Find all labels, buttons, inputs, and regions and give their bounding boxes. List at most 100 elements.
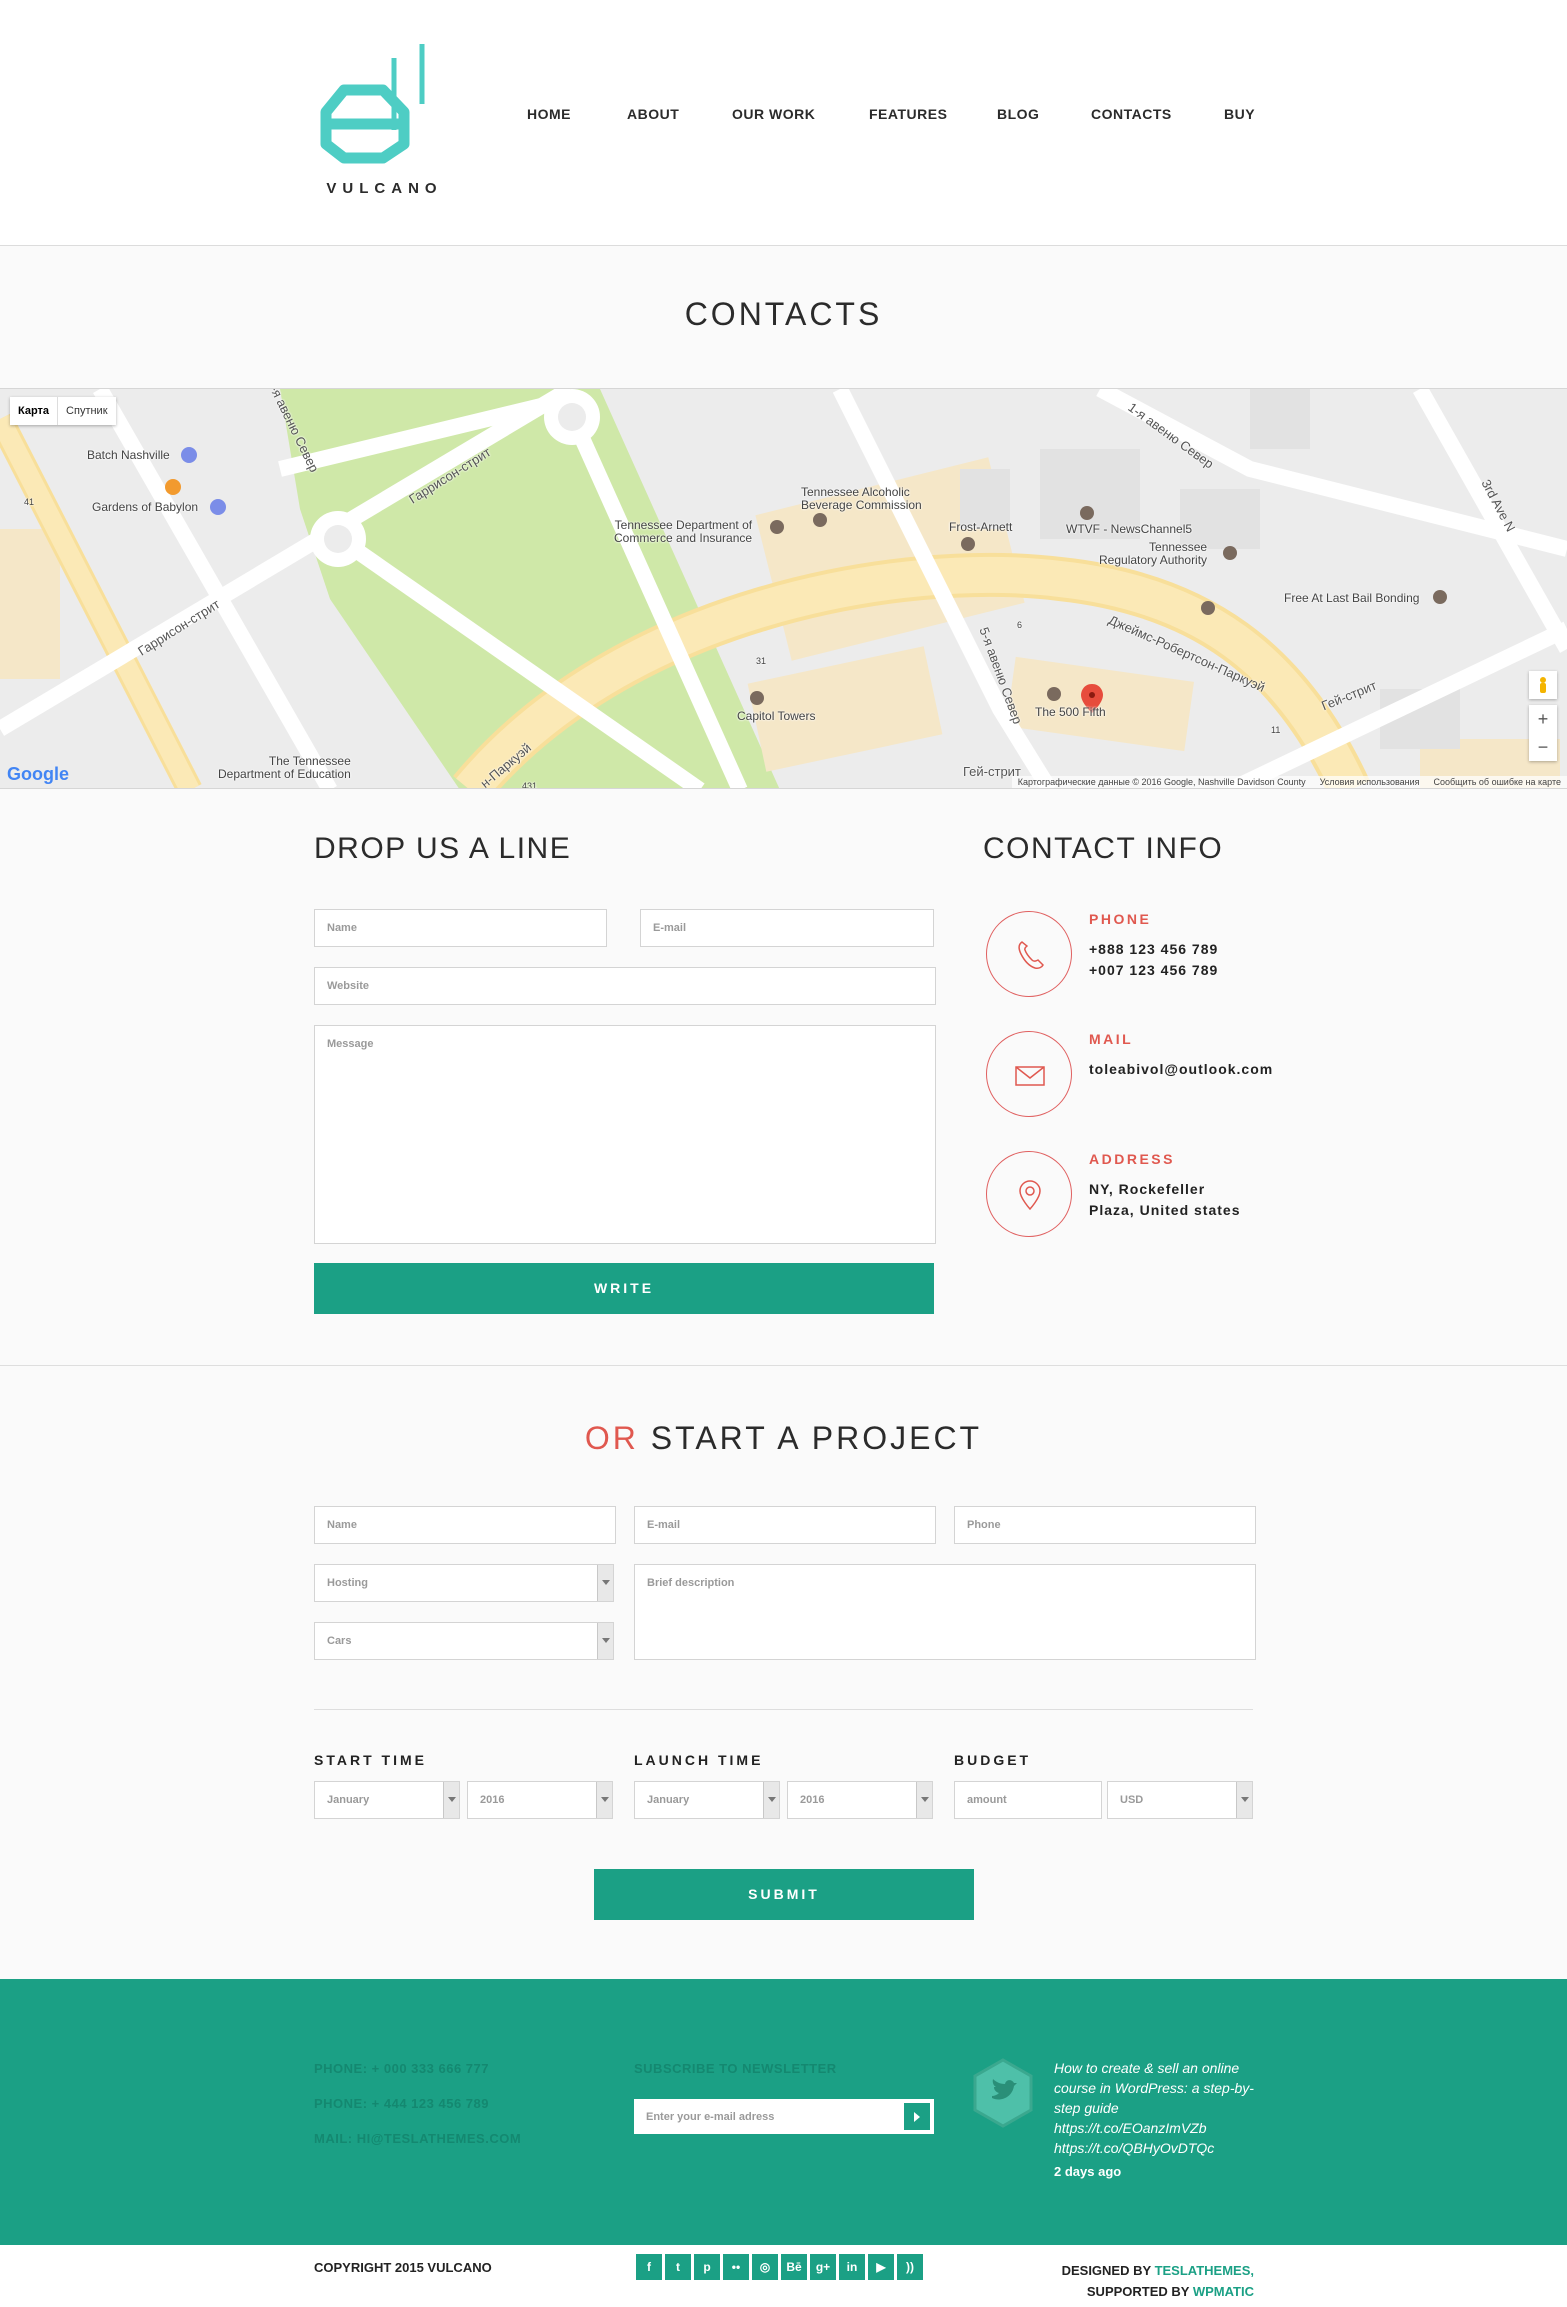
map-attribution: Картографические данные © 2016 Google, N… [1011,776,1567,788]
start-month-select[interactable]: January [314,1781,460,1819]
nav-home[interactable]: HOME [527,106,571,122]
launch-month-value: January [647,1794,690,1806]
copyright: COPYRIGHT 2015 VULCANO [314,2260,492,2275]
designed-by-label: DESIGNED BY [1061,2263,1151,2278]
mail-label: MAIL [1089,1031,1134,1047]
newsletter-submit-button[interactable] [904,2103,930,2130]
twitter-icon[interactable] [972,2058,1034,2128]
nav-about[interactable]: ABOUT [627,106,679,122]
credits: DESIGNED BY TESLATHEMES, SUPPORTED BY WP… [1062,2260,1254,2302]
name-field[interactable]: Name [314,909,607,947]
phone-label: PHONE [1089,911,1152,927]
chevron-down-icon [443,1782,459,1818]
launch-year-select[interactable]: 2016 [787,1781,933,1819]
amount-field[interactable]: amount [954,1781,1102,1819]
pegman-icon[interactable] [1529,671,1557,699]
nav-contacts[interactable]: CONTACTS [1091,106,1172,122]
pinterest-icon[interactable]: p [694,2254,720,2280]
newsletter-title: SUBSCRIBE TO NEWSLETTER [634,2061,837,2076]
start-time-label: START TIME [314,1752,427,1768]
supported-by-label: SUPPORTED BY [1086,2284,1190,2299]
submit-button[interactable]: SUBMIT [594,1869,974,1920]
email-field[interactable]: E-mail [640,909,934,947]
rss-icon[interactable]: )) [897,2254,923,2280]
map-label-tn-edu: The Tennessee Department of Education [218,754,351,781]
project-name-field[interactable]: Name [314,1506,616,1544]
launch-time-label: LAUNCH TIME [634,1752,764,1768]
map-terms-link[interactable]: Условия использования [1320,777,1420,787]
flickr-icon[interactable]: •• [723,2254,749,2280]
phone-line-1[interactable]: +888 123 456 789 [1089,939,1218,960]
map-label-batch: Batch Nashville [87,448,170,462]
map-report-link[interactable]: Сообщить об ошибке на карте [1434,777,1561,787]
project-email-field[interactable]: E-mail [634,1506,936,1544]
message-field[interactable]: Message [314,1025,936,1244]
address-line-1: NY, Rockefeller [1089,1181,1206,1197]
section-divider [0,1365,1567,1366]
tweet-time: 2 days ago [1054,2164,1122,2179]
linkedin-icon[interactable]: in [839,2254,865,2280]
twitter-icon[interactable]: t [665,2254,691,2280]
chevron-down-icon [597,1565,613,1601]
map-type-switch: Карта Спутник [10,397,116,425]
googleplus-icon[interactable]: g+ [810,2254,836,2280]
nav-our-work[interactable]: OUR WORK [732,106,815,122]
launch-year-value: 2016 [800,1794,825,1806]
footer-mail[interactable]: MAIL: HI@TESLATHEMES.COM [314,2131,521,2146]
map-type-map-button[interactable]: Карта [10,397,59,425]
nav-blog[interactable]: BLOG [997,106,1039,122]
start-year-select[interactable]: 2016 [467,1781,613,1819]
write-button[interactable]: WRITE [314,1263,934,1314]
dribbble-icon[interactable]: ◎ [752,2254,778,2280]
chevron-down-icon [596,1782,612,1818]
newsletter-input[interactable]: Enter your e-mail adress [634,2099,934,2134]
mail-value[interactable]: toleabivol@outlook.com [1089,1059,1273,1080]
latest-tweet[interactable]: How to create & sell an online course in… [1054,2058,1264,2158]
map-route-431: 431 [522,781,538,789]
hosting-select[interactable]: Hosting [314,1564,614,1602]
newsletter-placeholder: Enter your e-mail adress [646,2111,775,2123]
map-route-41: 41 [24,497,35,507]
project-title-rest: START A PROJECT [650,1420,983,1456]
behance-icon[interactable]: Bē [781,2254,807,2280]
project-divider [314,1709,1253,1710]
brief-description-field[interactable]: Brief description [634,1564,1256,1660]
project-title-or: OR [584,1420,639,1456]
nav-buy[interactable]: BUY [1224,106,1255,122]
cars-select[interactable]: Cars [314,1622,614,1660]
map-label-wtvf: WTVF - NewsChannel5 [1066,522,1193,536]
project-title: OR START A PROJECT [0,1420,1567,1457]
map-route-31: 31 [756,656,767,666]
chevron-down-icon [916,1782,932,1818]
map-label-fifth: The 500 Fifth [1035,705,1106,719]
youtube-icon[interactable]: ▶ [868,2254,894,2280]
teslathemes-link[interactable]: TESLATHEMES, [1155,2263,1254,2278]
mail-icon [986,1031,1072,1117]
map-attribution-data: Картографические данные © 2016 Google, N… [1017,777,1306,787]
contact-info-title: CONTACT INFO [983,832,1224,865]
map-label-frost: Frost-Arnett [949,520,1013,534]
budget-label: BUDGET [954,1752,1032,1768]
nav-features[interactable]: FEATURES [869,106,947,122]
map-label-babylon: Gardens of Babylon [92,500,199,514]
vulcano-logo-icon[interactable] [318,42,448,197]
map-type-satellite-button[interactable]: Спутник [58,397,115,425]
contact-form-title: DROP US A LINE [314,832,572,865]
footer-phone-1: PHONE: + 000 333 666 777 [314,2061,489,2076]
launch-month-select[interactable]: January [634,1781,780,1819]
phone-line-2[interactable]: +007 123 456 789 [1089,960,1218,981]
zoom-out-button[interactable]: − [1529,733,1557,761]
cars-select-value: Cars [327,1635,352,1647]
facebook-icon[interactable]: f [636,2254,662,2280]
map-canvas [0,389,1567,788]
map-label-tn-reg: Tennessee Regulatory Authority [1099,540,1208,567]
google-map[interactable]: Batch Nashville Gardens of Babylon Tenne… [0,388,1567,789]
zoom-in-button[interactable]: + [1529,705,1557,733]
map-label-tn-commerce: Tennessee Department of Commerce and Ins… [614,518,753,545]
chevron-down-icon [763,1782,779,1818]
site-header: VULCANO HOME ABOUT OUR WORK FEATURES BLO… [0,0,1567,246]
website-field[interactable]: Website [314,967,936,1005]
wpmatic-link[interactable]: WPMATIC [1193,2284,1254,2299]
currency-select[interactable]: USD [1107,1781,1253,1819]
project-phone-field[interactable]: Phone [954,1506,1256,1544]
